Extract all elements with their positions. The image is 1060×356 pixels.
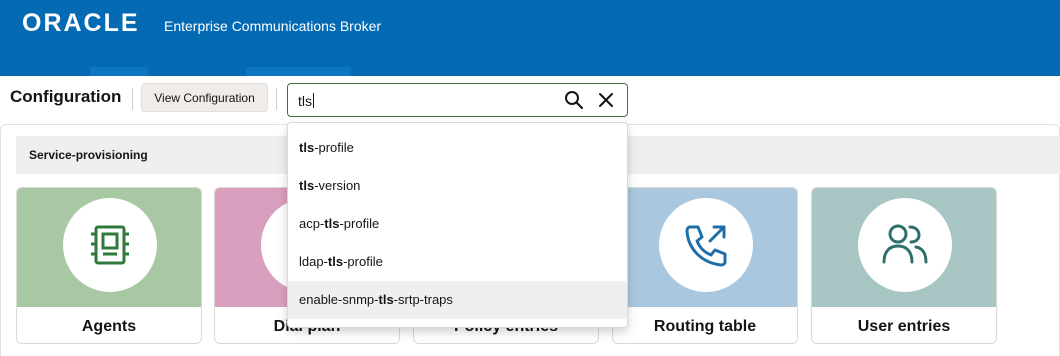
card-icon-circle	[858, 198, 952, 292]
search-input[interactable]: tls	[287, 83, 628, 117]
suggestion-item[interactable]: tls-profile	[288, 129, 627, 167]
card-label: Agents	[81, 318, 137, 335]
text-caret	[313, 93, 314, 108]
suggestion-item[interactable]: ldap-tls-profile	[288, 243, 627, 281]
card-routing-table[interactable]: Routing table	[612, 187, 798, 344]
suggestion-item-highlighted[interactable]: enable-snmp-tls-srtp-traps	[288, 281, 627, 319]
product-name: Enterprise Communications Broker	[164, 18, 382, 34]
top-banner: ORACLE Enterprise Communications Broker	[0, 0, 1060, 76]
close-icon[interactable]	[598, 92, 614, 108]
view-configuration-button[interactable]: View Configuration	[141, 83, 268, 112]
nav-tab[interactable]	[246, 67, 351, 76]
oracle-logo[interactable]: ORACLE	[22, 9, 140, 38]
card-label: User entries	[857, 318, 951, 335]
search-input-value[interactable]: tls	[298, 93, 314, 109]
phone-forward-icon	[685, 225, 727, 267]
card-agents[interactable]: Agents	[16, 187, 202, 344]
suggestion-item[interactable]: acp-tls-profile	[288, 205, 627, 243]
card-icon-circle	[659, 198, 753, 292]
card-user-entries[interactable]: User entries	[811, 187, 997, 344]
section-label: Service-provisioning	[29, 148, 148, 162]
users-icon	[882, 224, 928, 264]
divider	[276, 88, 277, 110]
page-title: Configuration	[10, 87, 122, 106]
agent-icon	[91, 225, 129, 265]
search-suggestions: tls-profile tls-version acp-tls-profile …	[287, 122, 628, 328]
toolbar: Configuration View Configuration tls	[0, 76, 1060, 120]
search-icon[interactable]	[564, 90, 584, 110]
divider	[132, 88, 133, 110]
card-label: Routing table	[653, 318, 757, 335]
nav-tab[interactable]	[90, 67, 148, 76]
suggestion-item[interactable]: tls-version	[288, 167, 627, 205]
card-icon-circle	[63, 198, 157, 292]
